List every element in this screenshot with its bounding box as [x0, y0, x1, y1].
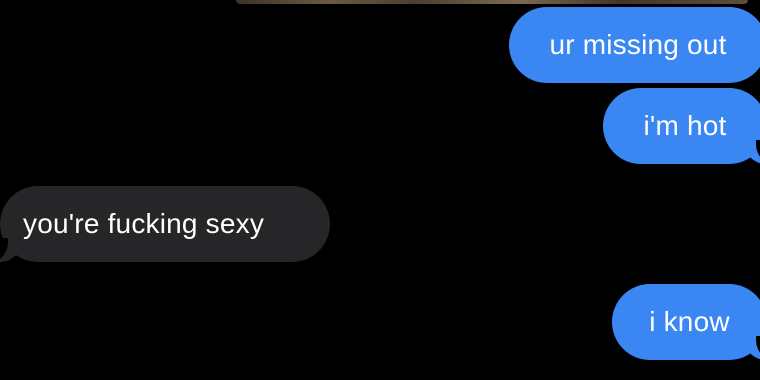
attached-image-preview[interactable] [236, 0, 748, 4]
message-text: ur missing out [549, 29, 727, 60]
received-message-bubble[interactable]: you're fucking sexy [0, 186, 330, 262]
message-text: i know [649, 306, 730, 337]
sent-message-bubble[interactable]: i'm hot [603, 88, 760, 164]
message-thread: ur missing out i'm hot you're fucking se… [0, 0, 760, 380]
sent-message-bubble[interactable]: i know [612, 284, 760, 360]
sent-message-bubble[interactable]: ur missing out [509, 7, 760, 83]
message-text: you're fucking sexy [23, 208, 265, 239]
message-text: i'm hot [643, 110, 727, 141]
